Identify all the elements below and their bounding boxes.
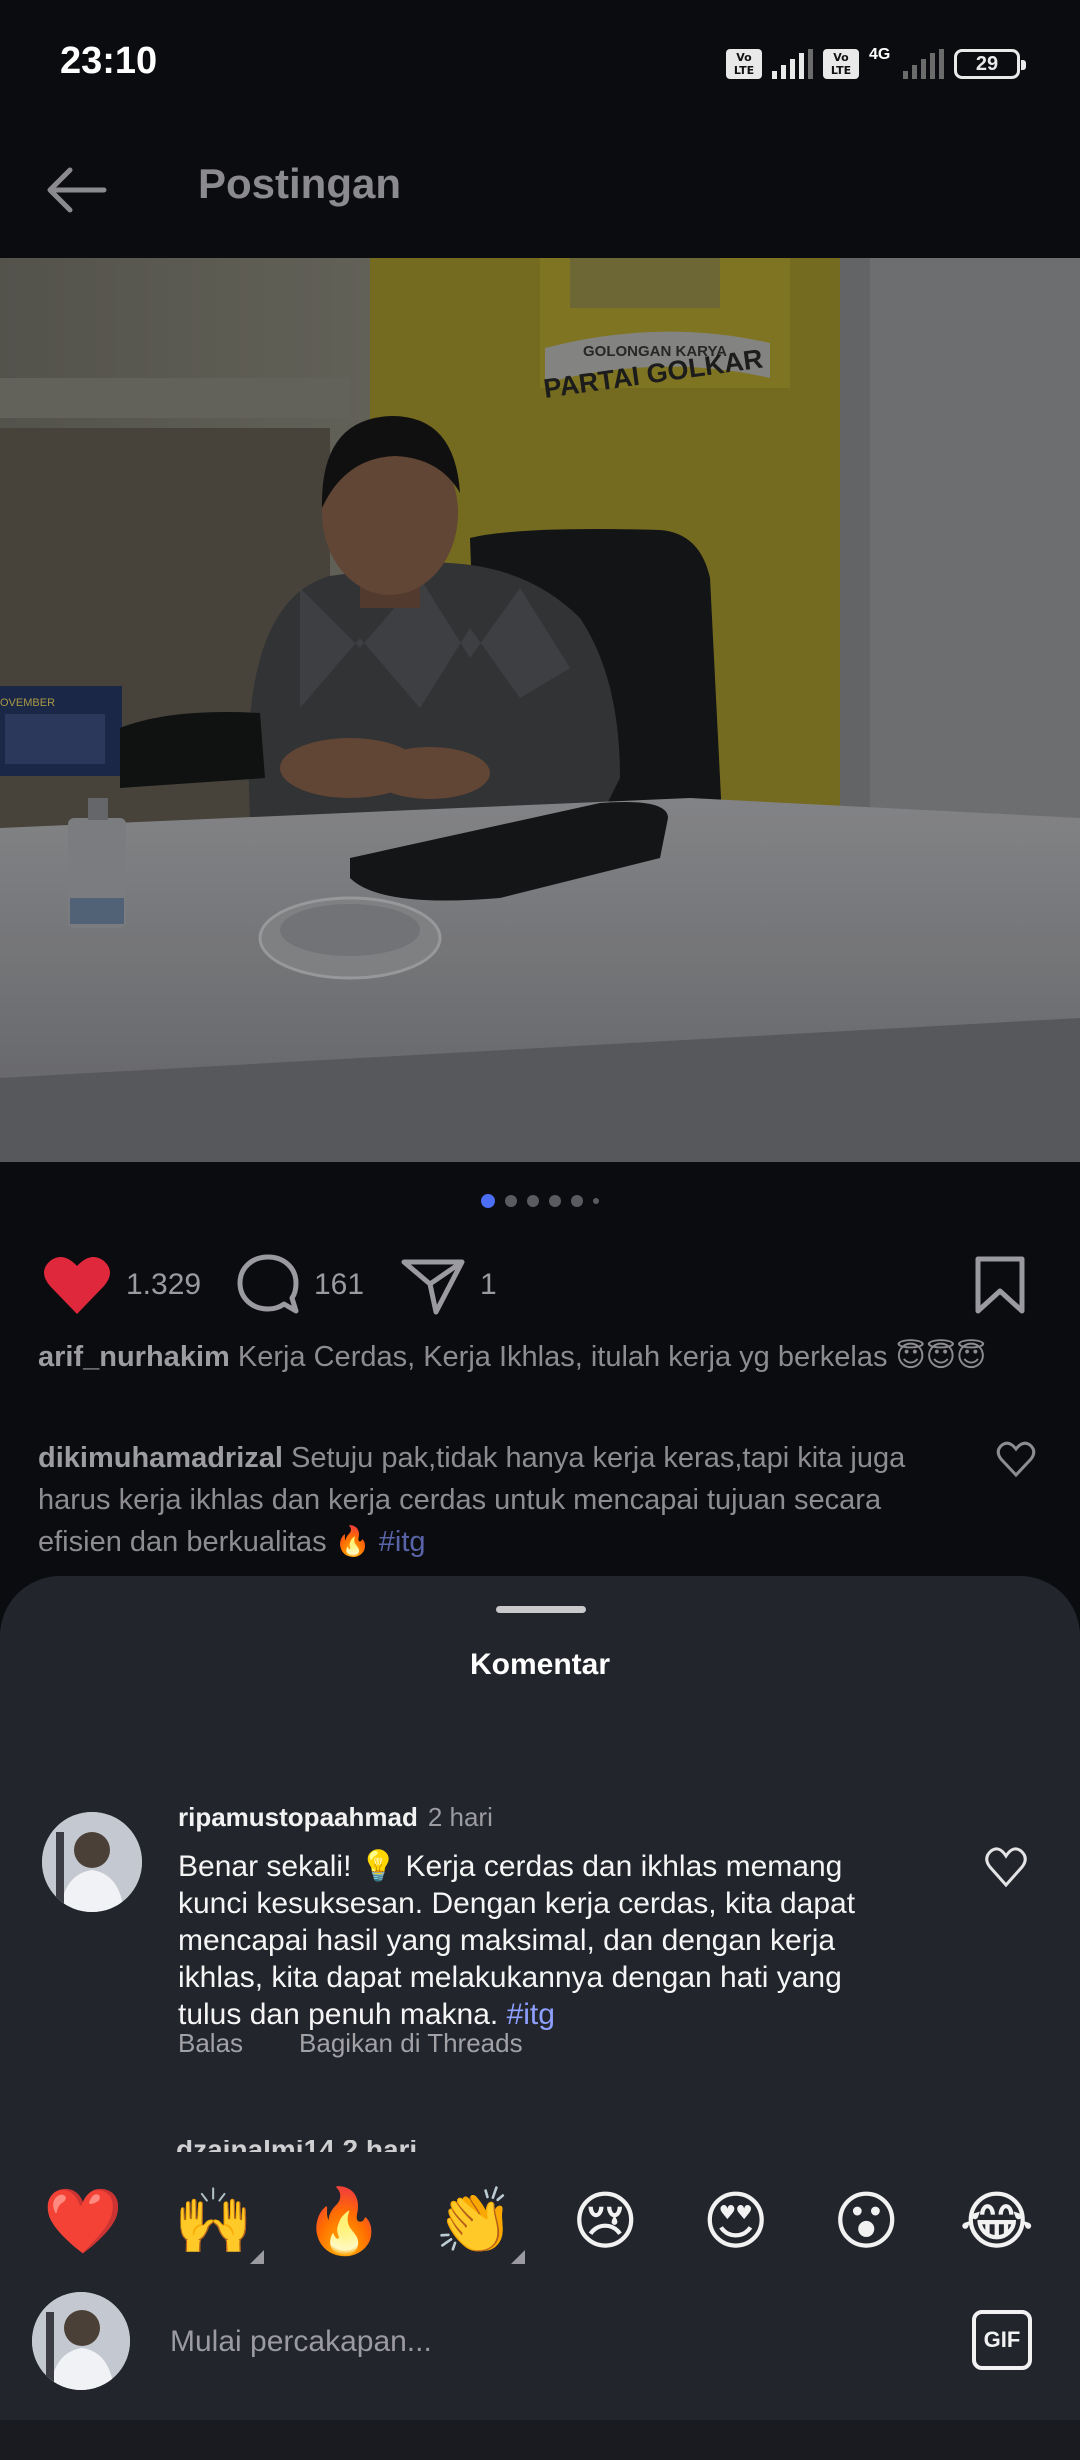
post-image[interactable]: GOLONGAN KARYA PARTAI GOLKAR OVEMBER [0,258,1080,1162]
gif-label: GIF [983,2327,1021,2352]
preview-comment-username[interactable]: dikimuhamadrizal [38,1442,283,1474]
system-nav-bar [0,2420,1080,2460]
send-icon [401,1259,465,1315]
page-title: Postingan [198,160,402,207]
volte-icon: Vo LTE [726,49,762,79]
skin-tone-indicator-icon [249,2250,264,2264]
bookmark-icon [975,1256,1025,1314]
like-button[interactable]: 1.329 [42,1240,201,1330]
heart-outline-icon[interactable] [984,1846,1028,1890]
heart-outline-icon[interactable] [996,1440,1036,1480]
avatar[interactable] [42,1812,142,1912]
heart-filled-icon [44,1257,110,1314]
comment-hashtag[interactable]: #itg [507,1998,555,2031]
signal-strength-icon [772,49,813,79]
comment-button[interactable]: 161 [236,1240,364,1330]
comment-actions: Balas Bagikan di Threads [178,2028,523,2059]
reply-button[interactable]: Balas [178,2028,243,2059]
status-time: 23:10 [60,40,158,82]
battery-level: 29 [975,52,999,75]
comment-item: ripamustopaahmad 2 hari Benar sekali! 💡 K… [0,1792,1080,2122]
emoji-laughing[interactable]: 😂 [951,2182,1043,2262]
post-actions: 1.329 161 1 [0,1240,1080,1330]
preview-comment: dikimuhamadrizal Setuju pak,tidak hanya … [38,1437,968,1563]
status-bar: 23:10 Vo LTE Vo LTE 4G 29 [0,0,1080,130]
emoji-heart-eyes[interactable]: 😍 [690,2182,782,2262]
share-threads-button[interactable]: Bagikan di Threads [299,2028,523,2059]
comment-text: Benar sekali! 💡 Kerja cerdas dan ikhlas … [178,1848,898,2033]
volte-icon-2: Vo LTE [823,49,859,79]
emoji-clap-glyph: 👏 [434,2185,515,2259]
share-button[interactable]: 1 [400,1240,497,1330]
carousel-indicator [0,1194,1080,1208]
sheet-drag-handle[interactable] [496,1606,586,1613]
preview-comment-hashtag[interactable]: #itg [379,1526,426,1558]
comment-username[interactable]: ripamustopaahmad [178,1802,418,1832]
current-user-avatar[interactable] [32,2292,130,2390]
carousel-dot-3 [527,1195,539,1207]
comment-time: 2 hari [427,1802,493,1832]
emoji-crying[interactable]: 😢 [559,2182,651,2262]
network-type-icon: 4G [869,46,891,63]
arrow-left-icon [47,167,107,213]
comment-bubble-icon [237,1254,299,1314]
app-bar: Postingan [0,130,1080,258]
carousel-dot-4 [549,1195,561,1207]
comment-composer: GIF [0,2292,1080,2420]
status-icons: Vo LTE Vo LTE 4G 29 [726,44,1026,84]
emoji-heart[interactable]: ❤️ [37,2182,129,2262]
likes-count: 1.329 [126,1268,202,1301]
shares-count: 1 [480,1268,497,1301]
carousel-dot-5 [571,1195,583,1207]
emoji-clap[interactable]: 👏 [429,2182,525,2264]
sheet-title: Komentar [469,1648,611,1681]
emoji-surprised[interactable]: 😮 [820,2182,912,2262]
emoji-fire[interactable]: 🔥 [298,2182,390,2262]
comment-header: ripamustopaahmad 2 hari [178,1802,493,1833]
emoji-raised-hands-glyph: 🙌 [173,2185,254,2259]
gif-button[interactable]: GIF [972,2310,1032,2370]
caption-text: Kerja Cerdas, Kerja Ikhlas, itulah kerja… [237,1341,987,1373]
post-caption: arif_nurhakim Kerja Cerdas, Kerja Ikhlas… [38,1336,1028,1378]
emoji-raised-hands[interactable]: 🙌 [168,2182,264,2264]
carousel-dot-1 [481,1194,495,1208]
save-button[interactable] [968,1252,1032,1318]
comment-input[interactable] [170,2310,910,2374]
battery-icon: 29 [954,49,1026,79]
caption-username[interactable]: arif_nurhakim [38,1341,230,1373]
comments-count: 161 [314,1268,365,1301]
carousel-dot-2 [505,1195,517,1207]
carousel-dot-6 [593,1198,599,1204]
screen: 23:10 Vo LTE Vo LTE 4G 29 Postingan GOLO… [0,0,1080,2460]
emoji-reaction-bar: ❤️ 🙌 🔥 👏 😢 😍 😮 😂 [0,2152,1080,2292]
back-button[interactable] [36,150,116,230]
signal-strength-icon-2 [903,49,944,79]
skin-tone-indicator-icon [510,2250,525,2264]
